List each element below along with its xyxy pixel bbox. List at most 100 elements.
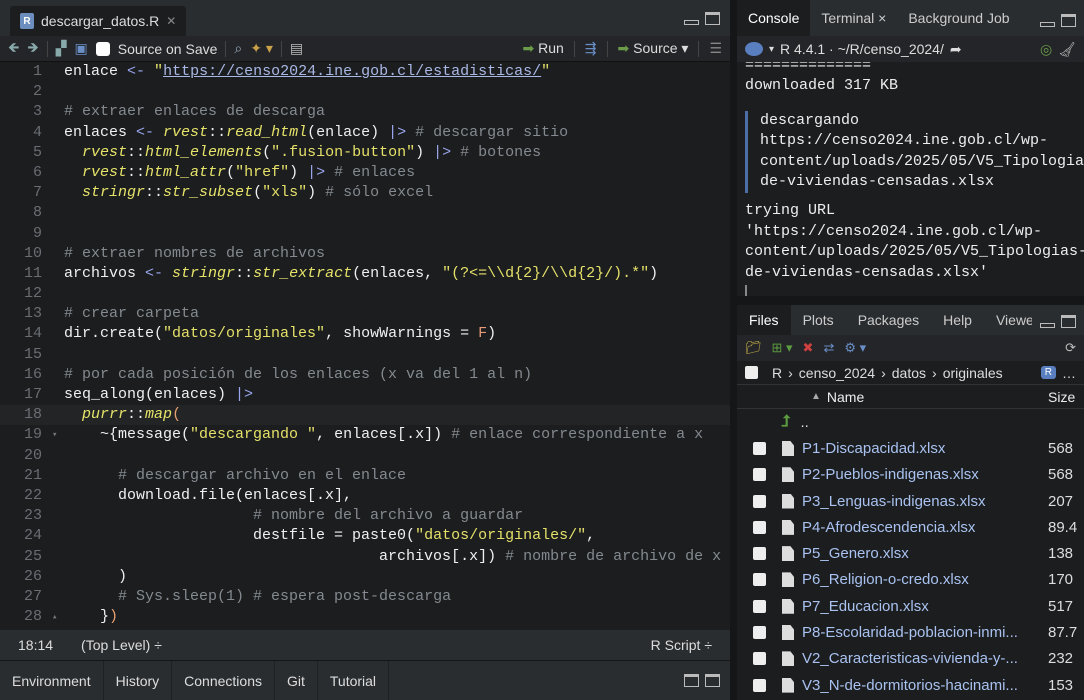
file-name[interactable]: P1-Discapacidad.xlsx xyxy=(802,440,1034,457)
code-line[interactable]: 17 seq_along(enlaces) |> xyxy=(0,385,730,405)
tab-background-jobs[interactable]: Background Job xyxy=(897,0,1020,36)
tab-terminal[interactable]: Terminal × xyxy=(810,0,897,36)
file-name[interactable]: P3_Lenguas-indigenas.xlsx xyxy=(802,493,1034,510)
code-line[interactable]: 23 # nombre del archivo a guardar xyxy=(0,506,730,526)
file-row[interactable]: V2_Caracteristicas-vivienda-y-... 232 xyxy=(737,646,1084,672)
code-line[interactable]: 3 # extraer enlaces de descarga xyxy=(0,102,730,122)
code-line[interactable]: 2 xyxy=(0,82,730,102)
code-line[interactable]: 9 xyxy=(0,224,730,244)
parent-directory-row[interactable]: ⮥ .. xyxy=(737,409,1084,435)
file-row[interactable]: P4-Afrodescendencia.xlsx 89.4 xyxy=(737,514,1084,540)
tab-files[interactable]: Files xyxy=(737,305,791,335)
search-icon[interactable]: ⌕ xyxy=(234,40,242,57)
tab-plots[interactable]: Plots xyxy=(791,305,846,335)
tab-tutorial[interactable]: Tutorial xyxy=(318,661,390,700)
compile-report-icon[interactable]: ▤ xyxy=(290,40,303,57)
minimize-icon[interactable] xyxy=(1040,22,1055,27)
rename-icon[interactable]: ⇄ xyxy=(823,340,834,356)
source-button[interactable]: ➡ Source ▾ xyxy=(618,40,689,57)
file-tab[interactable]: R descargar_datos.R ✕ xyxy=(10,6,187,36)
code-line[interactable]: 5 rvest::html_elements(".fusion-button")… xyxy=(0,143,730,163)
source-on-save-checkbox[interactable] xyxy=(95,41,110,56)
rerun-icon[interactable]: ⇶ xyxy=(585,40,597,57)
code-line[interactable]: 13 # crear carpeta xyxy=(0,304,730,324)
run-button[interactable]: ➡ Run xyxy=(522,40,563,57)
file-name[interactable]: P4-Afrodescendencia.xlsx xyxy=(802,519,1034,536)
show-in-window-icon[interactable]: ▞ xyxy=(56,40,67,57)
magic-wand-icon[interactable]: ✦ ▾ xyxy=(250,40,273,57)
new-folder-icon[interactable]: 📁︎ xyxy=(745,340,762,356)
back-arrow-icon[interactable]: 🡸 xyxy=(8,37,19,61)
refresh-icon[interactable]: ⟳ xyxy=(1065,340,1076,356)
r-project-icon[interactable]: R xyxy=(1040,366,1056,379)
maximize-icon[interactable] xyxy=(705,674,720,687)
file-name[interactable]: P8-Escolaridad-poblacion-inmi... xyxy=(802,624,1034,641)
forward-arrow-icon[interactable]: 🡺 xyxy=(27,37,38,61)
minimize-icon[interactable] xyxy=(684,20,699,25)
file-checkbox[interactable] xyxy=(753,626,766,640)
tab-connections[interactable]: Connections xyxy=(172,661,275,700)
file-row[interactable]: P2-Pueblos-indigenas.xlsx 568 xyxy=(737,462,1084,488)
delete-icon[interactable]: ✖ xyxy=(803,340,814,356)
chevron-down-icon[interactable]: ▾ xyxy=(769,44,774,55)
code-line[interactable]: 14 dir.create("datos/originales", showWar… xyxy=(0,324,730,344)
code-line[interactable]: 19 ▾ ~{message("descargando ", enlaces[.x… xyxy=(0,425,730,445)
close-icon[interactable]: ✕ xyxy=(166,14,176,28)
code-line[interactable]: 22 download.file(enlaces[.x], xyxy=(0,486,730,506)
breadcrumb-originales[interactable]: originales xyxy=(943,365,1003,381)
file-name[interactable]: V2_Caracteristicas-vivienda-y-... xyxy=(802,650,1034,667)
go-to-directory-icon[interactable]: ➦ xyxy=(950,41,962,58)
breadcrumb-r[interactable]: R xyxy=(772,365,782,381)
broom-icon[interactable]: 🧹︎ xyxy=(1058,41,1076,58)
maximize-icon[interactable] xyxy=(1061,315,1076,328)
tab-help[interactable]: Help xyxy=(931,305,984,335)
tab-history[interactable]: History xyxy=(104,661,173,700)
file-row[interactable]: P1-Discapacidad.xlsx 568 xyxy=(737,435,1084,461)
outline-icon[interactable]: ☰ xyxy=(709,40,722,57)
file-checkbox[interactable] xyxy=(753,494,766,508)
tab-packages[interactable]: Packages xyxy=(846,305,931,335)
interrupt-icon[interactable]: ◎ xyxy=(1040,41,1052,58)
select-all-checkbox[interactable] xyxy=(745,366,758,379)
maximize-icon[interactable] xyxy=(705,12,720,25)
code-line[interactable]: 12 xyxy=(0,284,730,304)
code-line[interactable]: 24 destfile = paste0("datos/originales/"… xyxy=(0,526,730,546)
breadcrumb-censo[interactable]: censo_2024 xyxy=(799,365,875,381)
code-line[interactable]: 25 archivos[.x]) # nombre de archivo de … xyxy=(0,547,730,567)
file-name[interactable]: P7_Educacion.xlsx xyxy=(802,598,1034,615)
file-checkbox[interactable] xyxy=(753,441,766,455)
file-row[interactable]: P8-Escolaridad-poblacion-inmi... 87.7 xyxy=(737,619,1084,645)
fold-marker[interactable]: ▴ xyxy=(52,607,64,627)
file-name[interactable]: P6_Religion-o-credo.xlsx xyxy=(802,571,1034,588)
code-line[interactable]: 16 # por cada posición de los enlaces (x … xyxy=(0,365,730,385)
code-line[interactable]: 27 # Sys.sleep(1) # espera post-descarga xyxy=(0,587,730,607)
minimize-icon[interactable] xyxy=(1040,323,1055,328)
file-checkbox[interactable] xyxy=(753,468,766,482)
save-icon[interactable]: ▣ xyxy=(75,40,88,57)
file-name[interactable]: P2-Pueblos-indigenas.xlsx xyxy=(802,466,1034,483)
code-line[interactable]: 20 xyxy=(0,446,730,466)
column-name[interactable]: Name xyxy=(827,389,864,405)
code-line[interactable]: 8 xyxy=(0,203,730,223)
code-line[interactable]: 15 xyxy=(0,345,730,365)
filetype-selector[interactable]: R Script ÷ xyxy=(651,637,712,653)
gear-icon[interactable]: ⚙ ▾ xyxy=(844,340,866,356)
code-line[interactable]: 11 archivos <- stringr::str_extract(enlac… xyxy=(0,264,730,284)
more-icon[interactable]: … xyxy=(1062,365,1076,381)
r-logo-icon[interactable] xyxy=(745,42,763,56)
code-line[interactable]: 6 rvest::html_attr("href") |> # enlaces xyxy=(0,163,730,183)
code-line[interactable]: 10 # extraer nombres de archivos xyxy=(0,244,730,264)
code-line[interactable]: 18 purrr::map( xyxy=(0,405,730,426)
file-row[interactable]: P5_Genero.xlsx 138 xyxy=(737,540,1084,566)
code-line[interactable]: 4 enlaces <- rvest::read_html(enlace) |> … xyxy=(0,123,730,143)
breadcrumb-datos[interactable]: datos xyxy=(892,365,926,381)
file-name[interactable]: V3_N-de-dormitorios-hacinami... xyxy=(802,677,1034,694)
file-row[interactable]: P3_Lenguas-indigenas.xlsx 207 xyxy=(737,488,1084,514)
code-line[interactable]: 7 stringr::str_subset("xls") # sólo exce… xyxy=(0,183,730,203)
tab-git[interactable]: Git xyxy=(275,661,318,700)
console-output[interactable]: ============== downloaded 317 KB descarg… xyxy=(737,62,1084,296)
maximize-icon[interactable] xyxy=(1061,14,1076,27)
new-blank-file-icon[interactable]: ⊞ ▾ xyxy=(772,340,793,356)
file-row[interactable]: V3_N-de-dormitorios-hacinami... 153 xyxy=(737,672,1084,698)
tab-environment[interactable]: Environment xyxy=(0,661,104,700)
